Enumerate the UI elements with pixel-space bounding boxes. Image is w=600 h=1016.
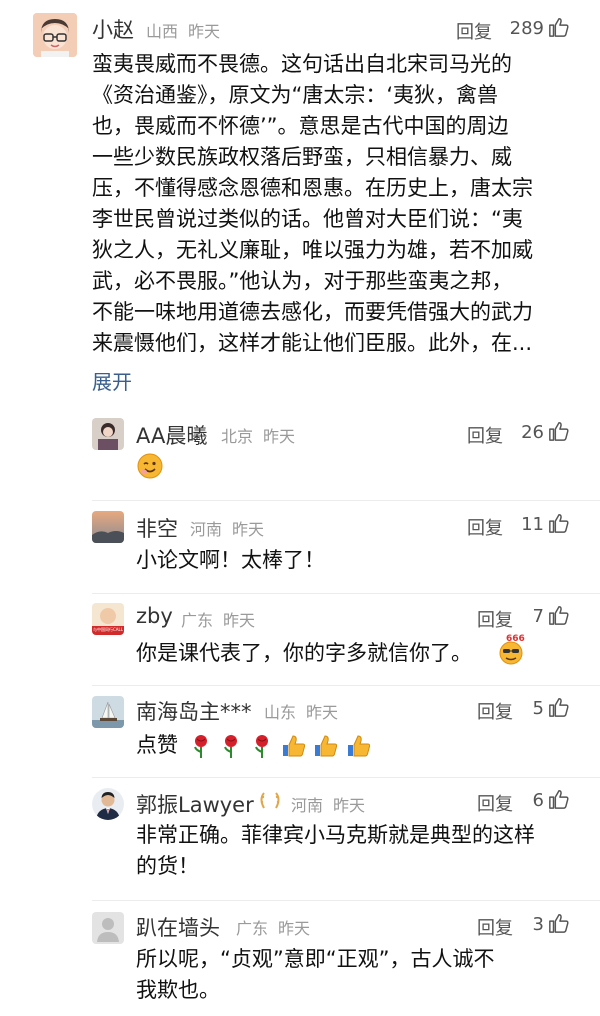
reply-4-text: 点赞 — [136, 730, 372, 761]
reply-3-username[interactable]: zby — [136, 604, 173, 628]
reply-6-location: 广东 — [236, 919, 269, 938]
reply-3-location: 广东 — [181, 611, 214, 630]
thumbs-up-emoji — [282, 735, 305, 757]
reply-6-time: 昨天 — [278, 919, 311, 938]
reply-1-reply-button[interactable]: 回复 — [467, 422, 503, 448]
reply-2-text: 小论文啊！太棒了！ — [136, 548, 325, 572]
reply-5-time: 昨天 — [333, 796, 366, 815]
expand-button[interactable]: 展开 — [92, 366, 132, 395]
separator — [92, 777, 600, 778]
main-like-count: 289 — [509, 18, 544, 39]
main-time: 昨天 — [188, 22, 221, 41]
reply-4-like-count: 5 — [532, 698, 544, 719]
reply-1-like-count: 26 — [521, 422, 544, 443]
reply-4-location: 山东 — [264, 703, 297, 722]
reply-1-username[interactable]: AA晨曦 — [136, 420, 207, 450]
rose-emoji — [224, 735, 238, 758]
avatar-reply-3[interactable]: 与中国同行CALL — [92, 603, 124, 635]
reply-2-reply-button[interactable]: 回复 — [467, 514, 503, 540]
reply-5-location: 河南 — [291, 796, 324, 815]
reply-4-time: 昨天 — [306, 703, 339, 722]
avatar-reply-1[interactable] — [92, 418, 124, 450]
main-username[interactable]: 小赵 — [92, 14, 134, 44]
reply-5-like-count: 6 — [532, 790, 544, 811]
avatar-reply-2[interactable] — [92, 511, 124, 543]
like-thumb-icon[interactable] — [548, 788, 570, 810]
reply-6-username[interactable]: 趴在墙头 — [136, 912, 220, 942]
reply-1-time: 昨天 — [263, 427, 296, 446]
reply-3-text: 你是课代表了，你的字多就信你了。 — [136, 641, 472, 665]
separator — [92, 500, 600, 501]
reply-2-time: 昨天 — [232, 520, 265, 539]
avatar-reply-5[interactable] — [92, 788, 124, 820]
like-thumb-icon[interactable] — [548, 16, 570, 38]
reply-3-like-count: 7 — [532, 606, 544, 627]
reply-1-location: 北京 — [221, 427, 254, 446]
rose-emoji — [193, 735, 207, 758]
reply-2-location: 河南 — [190, 520, 223, 539]
cool-666-emoji: 666 — [496, 634, 526, 666]
like-thumb-icon[interactable] — [548, 604, 570, 626]
avatar-reply-6[interactable] — [92, 912, 124, 944]
emoji-row — [189, 733, 372, 758]
reply-6-like-count: 3 — [532, 914, 544, 935]
avatar-badge-text: 与中国同行CALL — [93, 627, 123, 632]
emoji-666-text: 666 — [506, 634, 525, 644]
reply-2-username[interactable]: 非空 — [136, 513, 178, 543]
rose-emoji — [255, 735, 269, 758]
main-reply-button[interactable]: 回复 — [456, 18, 492, 44]
separator — [92, 593, 600, 594]
thumbs-up-emoji — [315, 735, 338, 757]
like-thumb-icon[interactable] — [548, 912, 570, 934]
reply-4-text-label: 点赞 — [136, 733, 178, 757]
reply-4-username[interactable]: 南海岛主*** — [136, 696, 252, 726]
separator — [92, 685, 600, 686]
avatar-main[interactable] — [33, 13, 77, 57]
wink-emoji — [137, 453, 163, 479]
separator — [92, 900, 600, 901]
like-thumb-icon[interactable] — [548, 512, 570, 534]
reply-2-like-count: 11 — [521, 514, 544, 535]
avatar-reply-4[interactable] — [92, 696, 124, 728]
thumbs-up-emoji — [348, 735, 371, 757]
main-comment-text: 蛮夷畏威而不畏德。这句话出自北宋司马光的 《资治通鉴》，原文为“唐太宗：‘夷狄，… — [92, 52, 533, 355]
reply-5-text: 非常正确。菲律宾小马克斯就是典型的这样 的货！ — [136, 823, 535, 878]
reply-3-time: 昨天 — [223, 611, 256, 630]
reply-6-text: 所以呢，“贞观”意即“正观”，古人诚不 我欺也。 — [136, 947, 495, 1002]
laurel-badge-icon — [260, 792, 280, 809]
main-location: 山西 — [146, 22, 179, 41]
like-thumb-icon[interactable] — [548, 420, 570, 442]
like-thumb-icon[interactable] — [548, 696, 570, 718]
reply-5-username[interactable]: 郭振Lawyer — [136, 789, 254, 819]
